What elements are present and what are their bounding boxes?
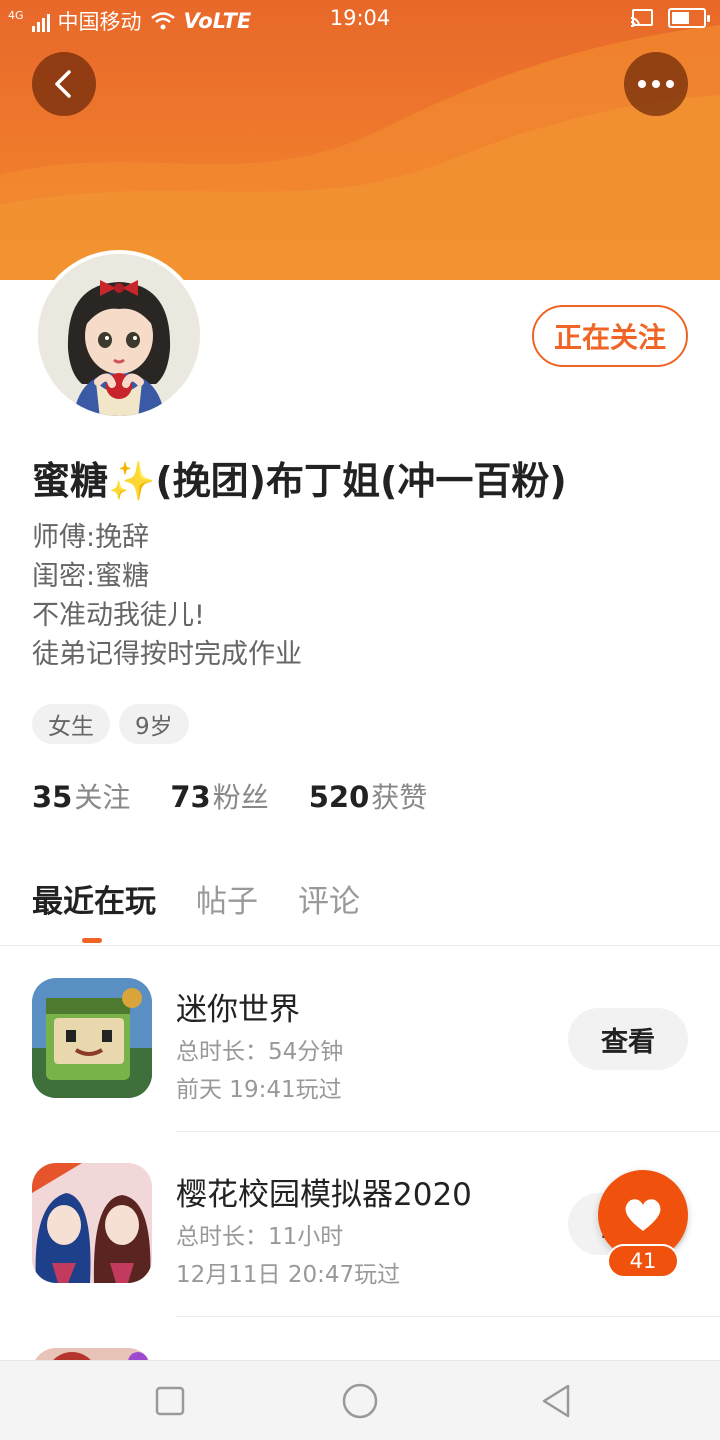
tab-posts[interactable]: 帖子 <box>196 876 258 926</box>
chevron-left-icon <box>55 70 71 98</box>
stat-likes-count: 520 <box>308 780 370 814</box>
stat-following[interactable]: 35关注 <box>32 776 130 816</box>
bio-line: 闺密:蜜糖 <box>32 561 150 592</box>
game-duration: 总时长：11小时 <box>176 1224 344 1250</box>
more-horizontal-icon <box>638 80 674 88</box>
tag-age: 9岁 <box>119 704 189 744</box>
banner-wave <box>0 25 720 280</box>
game-icon-mini-world <box>32 978 152 1098</box>
stat-followers[interactable]: 73粉丝 <box>170 776 268 816</box>
stat-following-count: 35 <box>32 780 73 814</box>
avatar[interactable] <box>34 250 204 420</box>
game-duration: 总时长：54分钟 <box>176 1039 344 1065</box>
profile-banner <box>0 0 720 280</box>
bio-line: 不准动我徒儿! <box>32 600 205 631</box>
stat-likes: 520获赞 <box>309 776 428 816</box>
like-count: 41 <box>607 1244 679 1278</box>
clock: 19:04 <box>329 6 391 30</box>
game-list-item[interactable]: 迷你世界 总时长：54分钟 前天 19:41玩过 查看 <box>0 946 720 1131</box>
game-icon <box>32 1348 152 1360</box>
game-icon-sakura-school <box>32 1163 152 1283</box>
tab-active-indicator <box>82 938 102 943</box>
game-name: 樱花校园模拟器2020 <box>176 1177 472 1213</box>
status-bar: 4G 中国移动 VoLTE 19:04 <box>0 0 720 40</box>
stat-followers-count: 73 <box>170 780 211 814</box>
stat-followers-label: 粉丝 <box>212 781 269 814</box>
tag-gender: 女生 <box>32 704 110 744</box>
stat-following-label: 关注 <box>74 781 131 814</box>
game-last-played: 前天 19:41玩过 <box>176 1077 342 1103</box>
back-button[interactable] <box>32 52 96 116</box>
bio-line: 师傅:挽辞 <box>32 522 150 553</box>
profile-stats: 35关注 73粉丝 520获赞 <box>32 776 427 816</box>
triangle-back-icon <box>542 1384 570 1418</box>
system-nav-bar <box>0 1360 720 1440</box>
home-button[interactable] <box>340 1381 380 1421</box>
game-last-played: 12月11日 20:47玩过 <box>176 1262 401 1288</box>
game-name: 迷你世界 <box>176 992 300 1028</box>
avatar-illustration <box>38 254 200 416</box>
profile-bio: 师傅:挽辞 闺密:蜜糖 不准动我徒儿! 徒弟记得按时完成作业 <box>32 518 672 674</box>
back-nav-button[interactable] <box>536 1381 576 1421</box>
view-button[interactable]: 查看 <box>568 1008 688 1070</box>
square-icon <box>155 1386 185 1416</box>
tab-comments[interactable]: 评论 <box>298 876 360 926</box>
stat-likes-label: 获赞 <box>371 781 428 814</box>
recent-apps-button[interactable] <box>150 1381 190 1421</box>
profile-tags: 女生 9岁 <box>32 704 189 744</box>
heart-icon <box>625 1199 661 1231</box>
battery-icon <box>668 8 710 28</box>
cast-icon <box>630 9 653 27</box>
circle-icon <box>342 1383 378 1419</box>
bio-line: 徒弟记得按时完成作业 <box>32 639 302 670</box>
tab-recently-played[interactable]: 最近在玩 <box>32 876 156 926</box>
profile-tabs: 最近在玩 帖子 评论 <box>32 876 360 926</box>
following-button[interactable]: 正在关注 <box>532 305 688 367</box>
game-list-item[interactable] <box>0 1316 720 1360</box>
more-options-button[interactable] <box>624 52 688 116</box>
profile-nickname: 蜜糖✨(挽团)布丁姐(冲一百粉) <box>32 459 567 503</box>
